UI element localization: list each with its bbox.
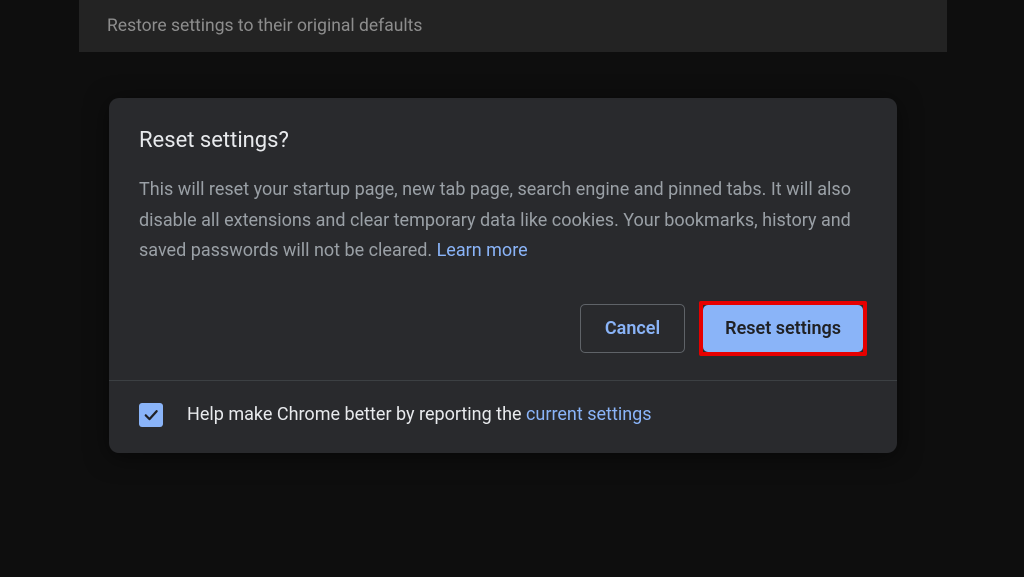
reset-settings-button[interactable]: Reset settings bbox=[703, 305, 863, 352]
dialog-body: This will reset your startup page, new t… bbox=[139, 175, 867, 267]
footer-prefix: Help make Chrome better by reporting the bbox=[187, 404, 526, 425]
settings-row-label: Restore settings to their original defau… bbox=[107, 16, 422, 36]
dialog-content: Reset settings? This will reset your sta… bbox=[109, 98, 897, 380]
settings-background-row: Restore settings to their original defau… bbox=[79, 0, 947, 52]
learn-more-link[interactable]: Learn more bbox=[437, 240, 528, 261]
highlight-annotation: Reset settings bbox=[699, 301, 867, 356]
checkmark-icon bbox=[142, 406, 160, 424]
current-settings-link[interactable]: current settings bbox=[526, 404, 652, 425]
dialog-footer: Help make Chrome better by reporting the… bbox=[109, 380, 897, 453]
dialog-actions: Cancel Reset settings bbox=[139, 301, 867, 356]
report-settings-checkbox[interactable] bbox=[139, 403, 163, 427]
footer-text: Help make Chrome better by reporting the… bbox=[187, 404, 652, 425]
cancel-button[interactable]: Cancel bbox=[580, 304, 685, 353]
dialog-title: Reset settings? bbox=[139, 128, 867, 153]
reset-settings-dialog: Reset settings? This will reset your sta… bbox=[109, 98, 897, 453]
